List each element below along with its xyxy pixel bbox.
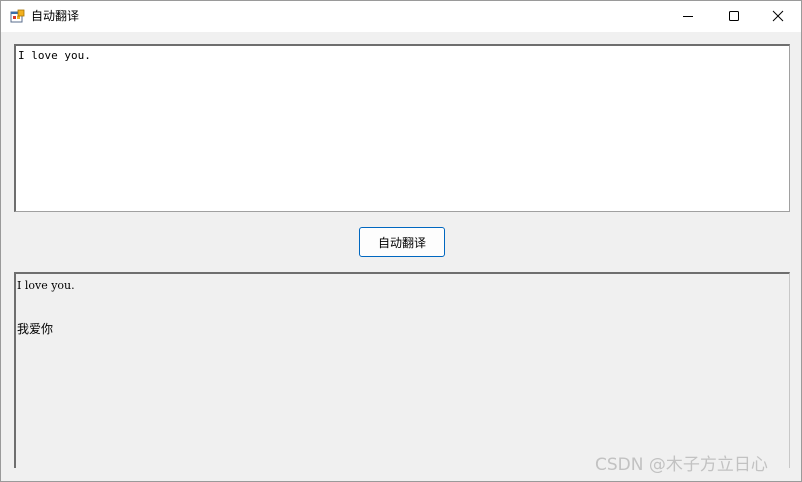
output-source-text: I love you.: [17, 279, 75, 292]
minimize-button[interactable]: [665, 1, 711, 32]
translate-button[interactable]: 自动翻译: [359, 227, 445, 257]
window-title: 自动翻译: [31, 9, 80, 23]
maximize-button[interactable]: [711, 1, 757, 32]
input-textbox[interactable]: I love you.: [14, 44, 790, 212]
maximize-icon: [728, 7, 740, 26]
output-textbox[interactable]: I love you. 我爱你: [14, 272, 790, 468]
title-bar[interactable]: 自动翻译: [1, 1, 801, 32]
app-window-icon: [10, 9, 25, 24]
output-translated-text: 我爱你: [17, 322, 54, 336]
app-window: 自动翻译 I love you. 自动翻译 I love you. 我爱你 CS…: [0, 0, 802, 482]
watermark: CSDN @木子方立日心: [595, 455, 768, 475]
close-button[interactable]: [755, 1, 801, 32]
minimize-icon: [682, 7, 694, 26]
close-icon: [772, 7, 784, 26]
